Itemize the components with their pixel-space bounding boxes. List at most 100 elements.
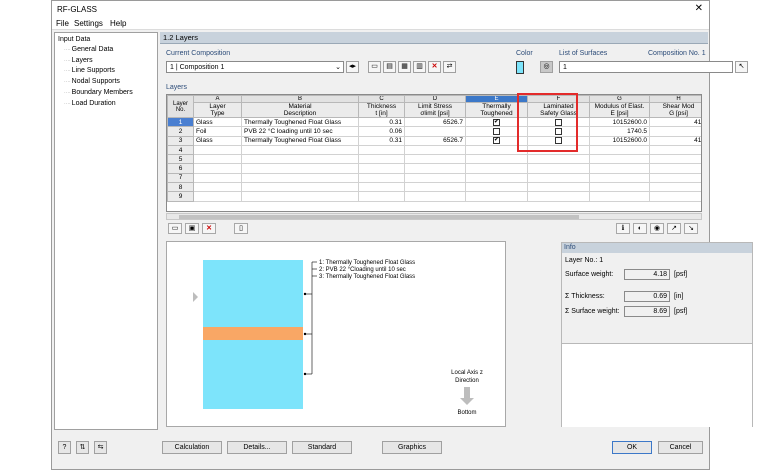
cell-thickness[interactable]: 0.31 <box>358 116 405 128</box>
nav-item-load-duration[interactable]: Load Duration <box>58 99 154 110</box>
checkbox-checked[interactable]: ✔ <box>493 137 500 145</box>
table-row[interactable]: 9 <box>167 191 701 202</box>
import-icon[interactable]: ↘ <box>684 223 698 234</box>
nav-item-nodal-supports[interactable]: Nodal Supports <box>58 77 154 88</box>
cell-shear-modulus[interactable]: 412 <box>649 116 701 128</box>
open-folder-icon[interactable]: ▭ <box>168 223 182 234</box>
cell-limit-stress[interactable]: 6526.7 <box>404 116 466 128</box>
color-swatch[interactable] <box>516 61 524 74</box>
cell-limit-stress[interactable] <box>404 126 466 137</box>
window-title: RF-GLASS <box>57 5 98 14</box>
cell-layer-type[interactable]: Glass <box>193 116 242 128</box>
color-picker-icon[interactable]: ◎ <box>540 61 553 73</box>
settings-icon[interactable]: ⇆ <box>94 441 107 454</box>
swap-icon[interactable]: ⇄ <box>443 61 456 73</box>
table-row[interactable]: 1 Glass Thermally Toughened Float Glass … <box>167 116 701 128</box>
cancel-button[interactable]: Cancel <box>658 441 703 454</box>
nav-root[interactable]: Input Data <box>58 35 154 45</box>
cell-material[interactable]: Thermally Toughened Float Glass <box>241 135 359 146</box>
axis-arrow-icon <box>460 398 474 405</box>
close-icon[interactable]: ✕ <box>695 3 703 14</box>
row-number: 2 <box>167 126 194 137</box>
cell-layer-type[interactable]: Foil <box>193 126 242 137</box>
table-row[interactable]: 2 Foil PVB 22 °C loading until 10 sec 0.… <box>167 126 701 137</box>
nav-item-boundary-members[interactable]: Boundary Members <box>58 88 154 99</box>
cell-material[interactable]: PVB 22 °C loading until 10 sec <box>241 126 359 137</box>
nav-item-general-data[interactable]: General Data <box>58 45 154 56</box>
main-panel: 1.2 Layers Current Composition 1 | Compo… <box>160 32 753 430</box>
cell-limit-stress[interactable]: 6526.7 <box>404 135 466 146</box>
help-icon[interactable]: ? <box>58 441 71 454</box>
new-composition-icon[interactable]: ▭ <box>368 61 381 73</box>
save-icon[interactable]: ▣ <box>185 223 199 234</box>
units-icon[interactable]: ⇅ <box>76 441 89 454</box>
cell-modulus[interactable]: 10152600.0 <box>589 135 650 146</box>
cell-shear-modulus[interactable]: 412 <box>649 135 701 146</box>
composition-number-label: Composition No. 1 <box>648 50 706 57</box>
glass-layer-3 <box>203 340 303 409</box>
thickness-unit: [in] <box>674 293 684 300</box>
scrollbar-thumb[interactable] <box>179 215 579 219</box>
checkbox[interactable] <box>493 127 500 135</box>
col-letter-d: D <box>404 95 466 103</box>
delete-icon[interactable]: ✕ <box>428 61 441 73</box>
cell-thickness[interactable]: 0.31 <box>358 135 405 146</box>
current-composition-label: Current Composition <box>166 50 231 57</box>
table-row[interactable]: 5 <box>167 154 701 165</box>
info-layer-no: Layer No.: 1 <box>565 257 604 264</box>
table-row[interactable]: 7 <box>167 172 701 184</box>
surfaces-input[interactable]: 1 <box>559 61 733 73</box>
layer-graphic-panel: 1: Thermally Toughened Float Glass 2: PV… <box>166 241 506 427</box>
col-header-layer-type: Layer Type <box>193 102 242 118</box>
table-row[interactable]: 4 <box>167 144 701 156</box>
table-row[interactable]: 8 <box>167 182 701 193</box>
standard-button[interactable]: Standard <box>292 441 352 454</box>
cell-modulus[interactable]: 10152600.0 <box>589 116 650 128</box>
info-icon[interactable]: ℹ <box>616 223 630 234</box>
checkbox-checked[interactable]: ✔ <box>493 118 500 126</box>
copy-composition-icon[interactable]: ▤ <box>383 61 396 73</box>
cell-material[interactable]: Thermally Toughened Float Glass <box>241 116 359 128</box>
row-number: 4 <box>167 144 194 156</box>
select-surfaces-icon[interactable]: ↖ <box>735 61 748 73</box>
col-header-shear-modulus: Shear Mod G [psi] <box>649 102 701 118</box>
cell-layer-type[interactable]: Glass <box>193 135 242 146</box>
calculation-button[interactable]: Calculation <box>162 441 222 454</box>
col-letter-h: H <box>649 95 701 103</box>
graphics-button[interactable]: Graphics <box>382 441 442 454</box>
row-number: 8 <box>167 182 194 193</box>
surface-weight-value: 4.18 <box>624 269 670 280</box>
delete-row-icon[interactable]: ✕ <box>202 223 216 234</box>
cell-modulus[interactable]: 1740.5 <box>589 126 650 137</box>
library-icon[interactable]: ▥ <box>413 61 426 73</box>
menu-file[interactable]: File <box>56 19 69 28</box>
book-icon[interactable]: ▯ <box>234 223 248 234</box>
horizontal-scrollbar[interactable] <box>166 213 702 220</box>
nav-item-line-supports[interactable]: Line Supports <box>58 66 154 77</box>
details-icon[interactable]: ◐ <box>633 223 647 234</box>
layers-label: Layers <box>166 84 188 91</box>
title-bar: RF-GLASS ✕ <box>52 1 709 18</box>
ok-button[interactable]: OK <box>612 441 652 454</box>
composition-select[interactable]: 1 | Composition 1 ⌄ <box>166 61 344 73</box>
prev-next-button[interactable]: ◂▸ <box>346 61 359 73</box>
glass-layer-1 <box>203 260 303 327</box>
col-letter-b: B <box>241 95 359 103</box>
rename-composition-icon[interactable]: ▦ <box>398 61 411 73</box>
view-icon[interactable]: ◉ <box>650 223 664 234</box>
footer-bar: ? ⇅ ⇆ Calculation Details... Standard Gr… <box>52 431 709 469</box>
table-row[interactable]: 6 <box>167 163 701 174</box>
col-header-modulus: Modulus of Elast. E [psi] <box>589 102 650 118</box>
nav-item-layers[interactable]: Layers <box>58 56 154 67</box>
table-row[interactable]: 3 Glass Thermally Toughened Float Glass … <box>167 135 701 146</box>
menu-settings[interactable]: Settings <box>74 19 103 28</box>
axis-label-line-1: Local Axis z <box>451 370 483 376</box>
axis-arrow-shaft <box>464 387 470 398</box>
foil-layer-2 <box>203 327 303 340</box>
export-icon[interactable]: ↗ <box>667 223 681 234</box>
cell-shear-modulus[interactable] <box>649 126 701 137</box>
details-button[interactable]: Details... <box>227 441 287 454</box>
bottom-label: Bottom <box>457 410 476 416</box>
menu-help[interactable]: Help <box>110 19 126 28</box>
cell-thickness[interactable]: 0.06 <box>358 126 405 137</box>
